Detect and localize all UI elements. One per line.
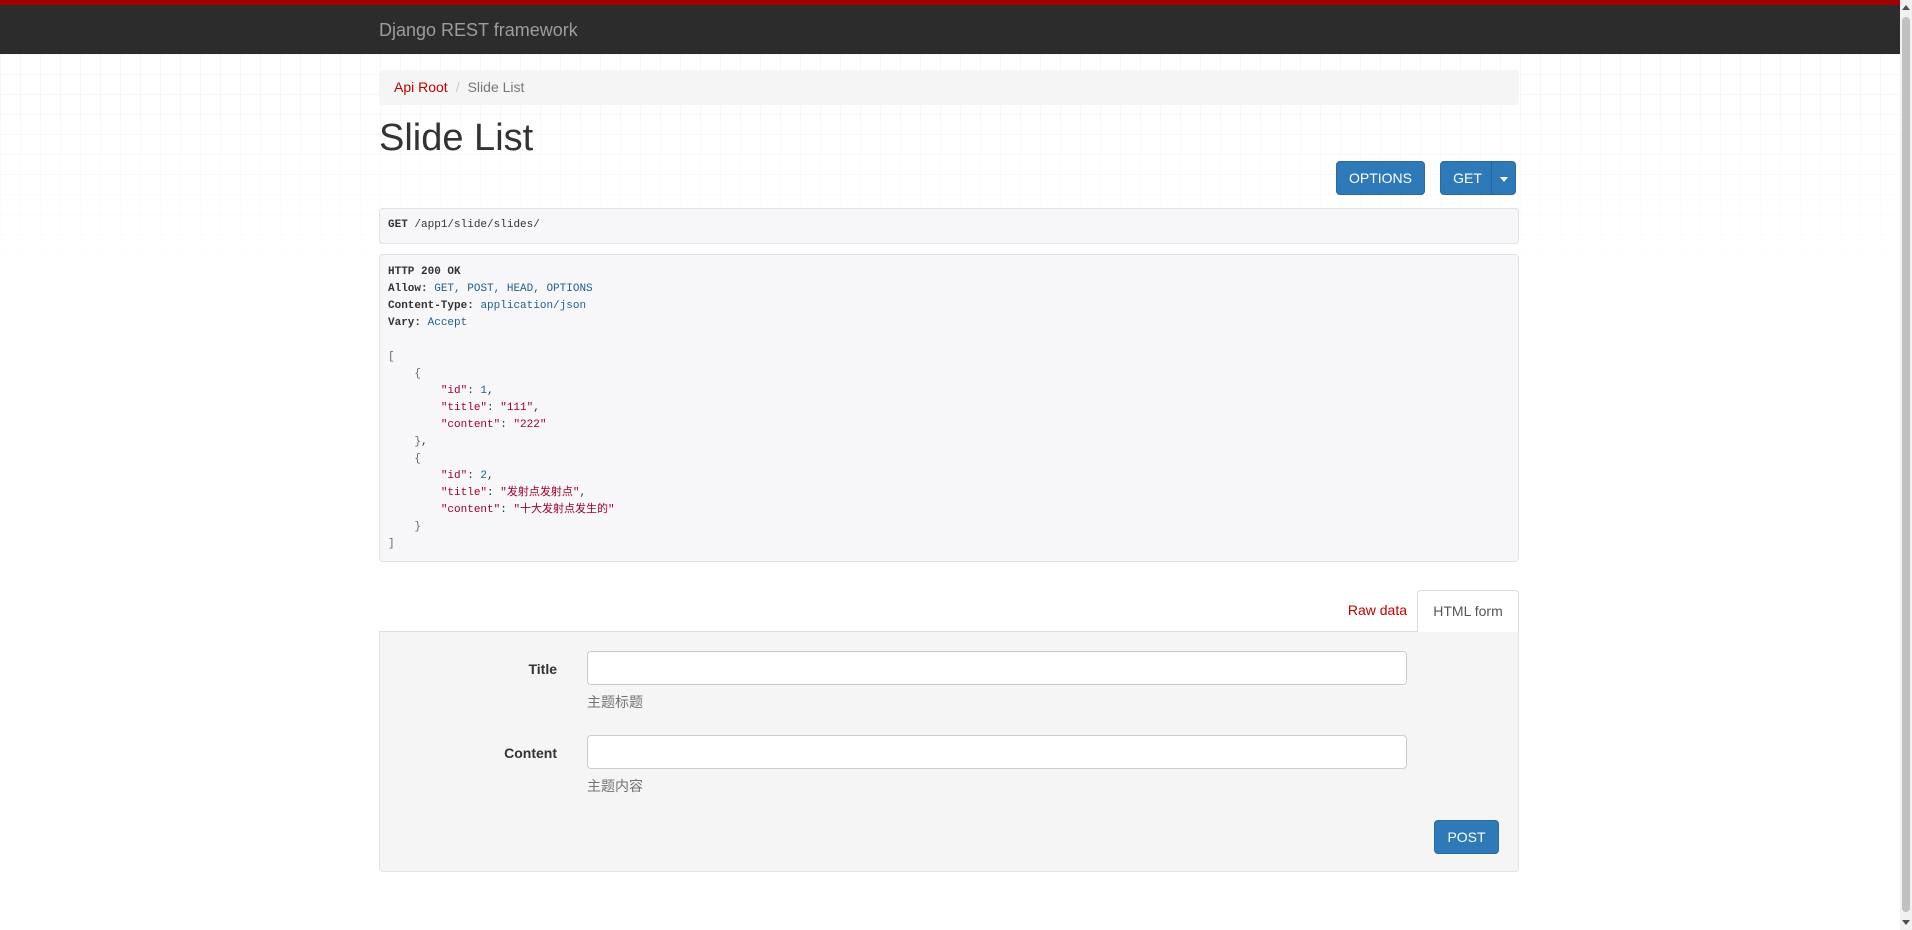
breadcrumb-api-root[interactable]: Api Root [394, 79, 448, 95]
vertical-scrollbar[interactable] [1900, 0, 1912, 930]
response-info: HTTP 200 OK Allow: GET, POST, HEAD, OPTI… [379, 254, 1519, 562]
json-brace: { [414, 368, 422, 380]
json-bracket: [ [388, 351, 395, 363]
json-key: "title" [440, 402, 488, 414]
get-button-group: GET [1440, 161, 1516, 195]
response-header-name: Allow [388, 283, 422, 295]
response-status: HTTP 200 OK [388, 266, 461, 278]
header-colon: : [467, 300, 474, 312]
content-form-area: Raw data HTML form Title 主题标题 Content 主题… [379, 590, 1519, 872]
navbar: Django REST framework [0, 0, 1900, 54]
content-help-text: 主题内容 [587, 778, 643, 794]
response-header-value: GET, POST, HEAD, OPTIONS [434, 283, 593, 295]
json-key: "content" [440, 419, 501, 431]
json-brace: } [414, 436, 422, 448]
header-colon: : [414, 317, 422, 329]
json-value: 2 [480, 470, 488, 482]
json-value: "222" [513, 419, 547, 431]
request-method: GET [388, 219, 408, 231]
main-container: Api Root / Slide List Slide List OPTIONS G… [379, 70, 1519, 872]
json-key: "content" [440, 504, 501, 516]
scrollbar-thumb[interactable] [1902, 17, 1910, 912]
json-value: "111" [500, 402, 534, 414]
response-header-value: Accept [427, 317, 468, 329]
breadcrumb-separator: / [455, 79, 460, 95]
page-header: Slide List OPTIONS GET [379, 105, 1519, 195]
page-title: Slide List [379, 117, 534, 159]
json-brace: } [414, 521, 422, 533]
json-value: "发射点发射点" [500, 487, 580, 499]
title-label: Title [528, 661, 557, 677]
json-value: "十大发射点发生的" [513, 504, 615, 516]
scroll-down-arrow-icon[interactable] [1902, 920, 1910, 925]
response-header-name: Vary [388, 317, 415, 329]
breadcrumb: Api Root / Slide List [379, 70, 1519, 105]
navbar-brand[interactable]: Django REST framework [379, 20, 578, 41]
options-button[interactable]: OPTIONS [1336, 161, 1425, 195]
json-key: "id" [440, 385, 468, 397]
content-label: Content [504, 745, 557, 761]
title-input[interactable] [587, 651, 1407, 685]
get-format-dropdown-button[interactable] [1491, 161, 1516, 195]
post-button[interactable]: POST [1434, 820, 1499, 854]
title-help-text: 主题标题 [587, 694, 643, 710]
request-path: /app1/slide/slides/ [414, 219, 540, 231]
caret-down-icon [1499, 176, 1508, 182]
response-header-value: application/json [480, 300, 587, 312]
breadcrumb-current: Slide List [467, 79, 525, 95]
json-value: 1 [480, 385, 488, 397]
json-key: "title" [440, 487, 488, 499]
tab-html-form[interactable]: HTML form [1417, 590, 1519, 633]
json-brace: { [414, 453, 422, 465]
tab-raw-data[interactable]: Raw data [1333, 590, 1422, 632]
header-colon: : [421, 283, 428, 295]
request-info: GET /app1/slide/slides/ [379, 208, 1519, 244]
json-key: "id" [440, 470, 468, 482]
json-bracket: ] [388, 538, 395, 550]
form-tabs: Raw data HTML form [379, 590, 1519, 633]
get-button[interactable]: GET [1440, 161, 1495, 195]
response-header-name: Content-Type [388, 300, 468, 312]
content-input[interactable] [587, 735, 1407, 769]
scroll-up-arrow-icon[interactable] [1902, 5, 1910, 10]
html-form-panel: Title 主题标题 Content 主题内容 POST [379, 632, 1519, 872]
